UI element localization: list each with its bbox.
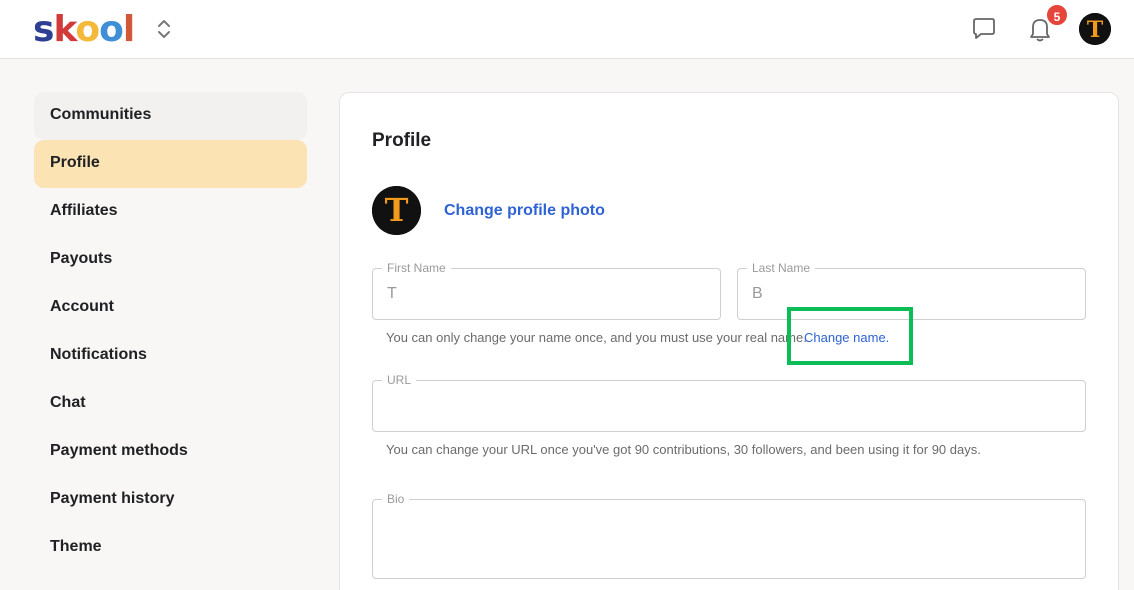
url-field[interactable]: URL: [372, 373, 1086, 432]
sidebar-item-affiliates[interactable]: Affiliates: [34, 188, 307, 236]
profile-card: Profile T Change profile photo First Nam…: [339, 92, 1119, 590]
top-bar: skool 5 T: [0, 0, 1134, 59]
page-title: Profile: [372, 130, 432, 151]
sidebar-item-profile[interactable]: Profile: [34, 140, 307, 188]
bio-textarea[interactable]: [373, 500, 1085, 578]
sidebar-item-payment-history[interactable]: Payment history: [34, 476, 307, 524]
url-help-text: You can change your URL once you've got …: [386, 442, 981, 457]
svg-text:T: T: [385, 191, 409, 229]
sidebar-item-account[interactable]: Account: [34, 284, 307, 332]
first-name-field[interactable]: First Name: [372, 261, 721, 320]
chat-bubble-icon[interactable]: [969, 14, 999, 44]
sidebar-item-notifications[interactable]: Notifications: [34, 332, 307, 380]
last-name-field[interactable]: Last Name: [737, 261, 1086, 320]
notification-count-badge: 5: [1045, 3, 1069, 27]
sidebar-item-payment-methods[interactable]: Payment methods: [34, 428, 307, 476]
settings-sidebar: Communities Profile Affiliates Payouts A…: [34, 92, 307, 572]
sidebar-item-theme[interactable]: Theme: [34, 524, 307, 572]
sidebar-item-chat[interactable]: Chat: [34, 380, 307, 428]
svg-text:T: T: [1087, 17, 1104, 43]
bio-label: Bio: [382, 492, 410, 506]
url-label: URL: [382, 373, 417, 387]
url-input[interactable]: [373, 381, 1085, 431]
user-avatar[interactable]: T: [1079, 13, 1111, 45]
bio-field[interactable]: Bio: [372, 492, 1086, 579]
last-name-label: Last Name: [747, 261, 816, 275]
profile-avatar[interactable]: T: [372, 186, 421, 235]
skool-logo[interactable]: skool: [33, 8, 135, 52]
name-help-text: You can only change your name once, and …: [386, 330, 807, 345]
change-name-link[interactable]: Change name.: [804, 330, 889, 345]
community-switcher-chevron-icon[interactable]: [155, 17, 173, 41]
last-name-input[interactable]: [738, 269, 1085, 319]
first-name-label: First Name: [382, 261, 451, 275]
sidebar-item-payouts[interactable]: Payouts: [34, 236, 307, 284]
change-profile-photo-link[interactable]: Change profile photo: [444, 202, 605, 220]
first-name-input[interactable]: [373, 269, 720, 319]
sidebar-item-communities[interactable]: Communities: [34, 92, 307, 140]
